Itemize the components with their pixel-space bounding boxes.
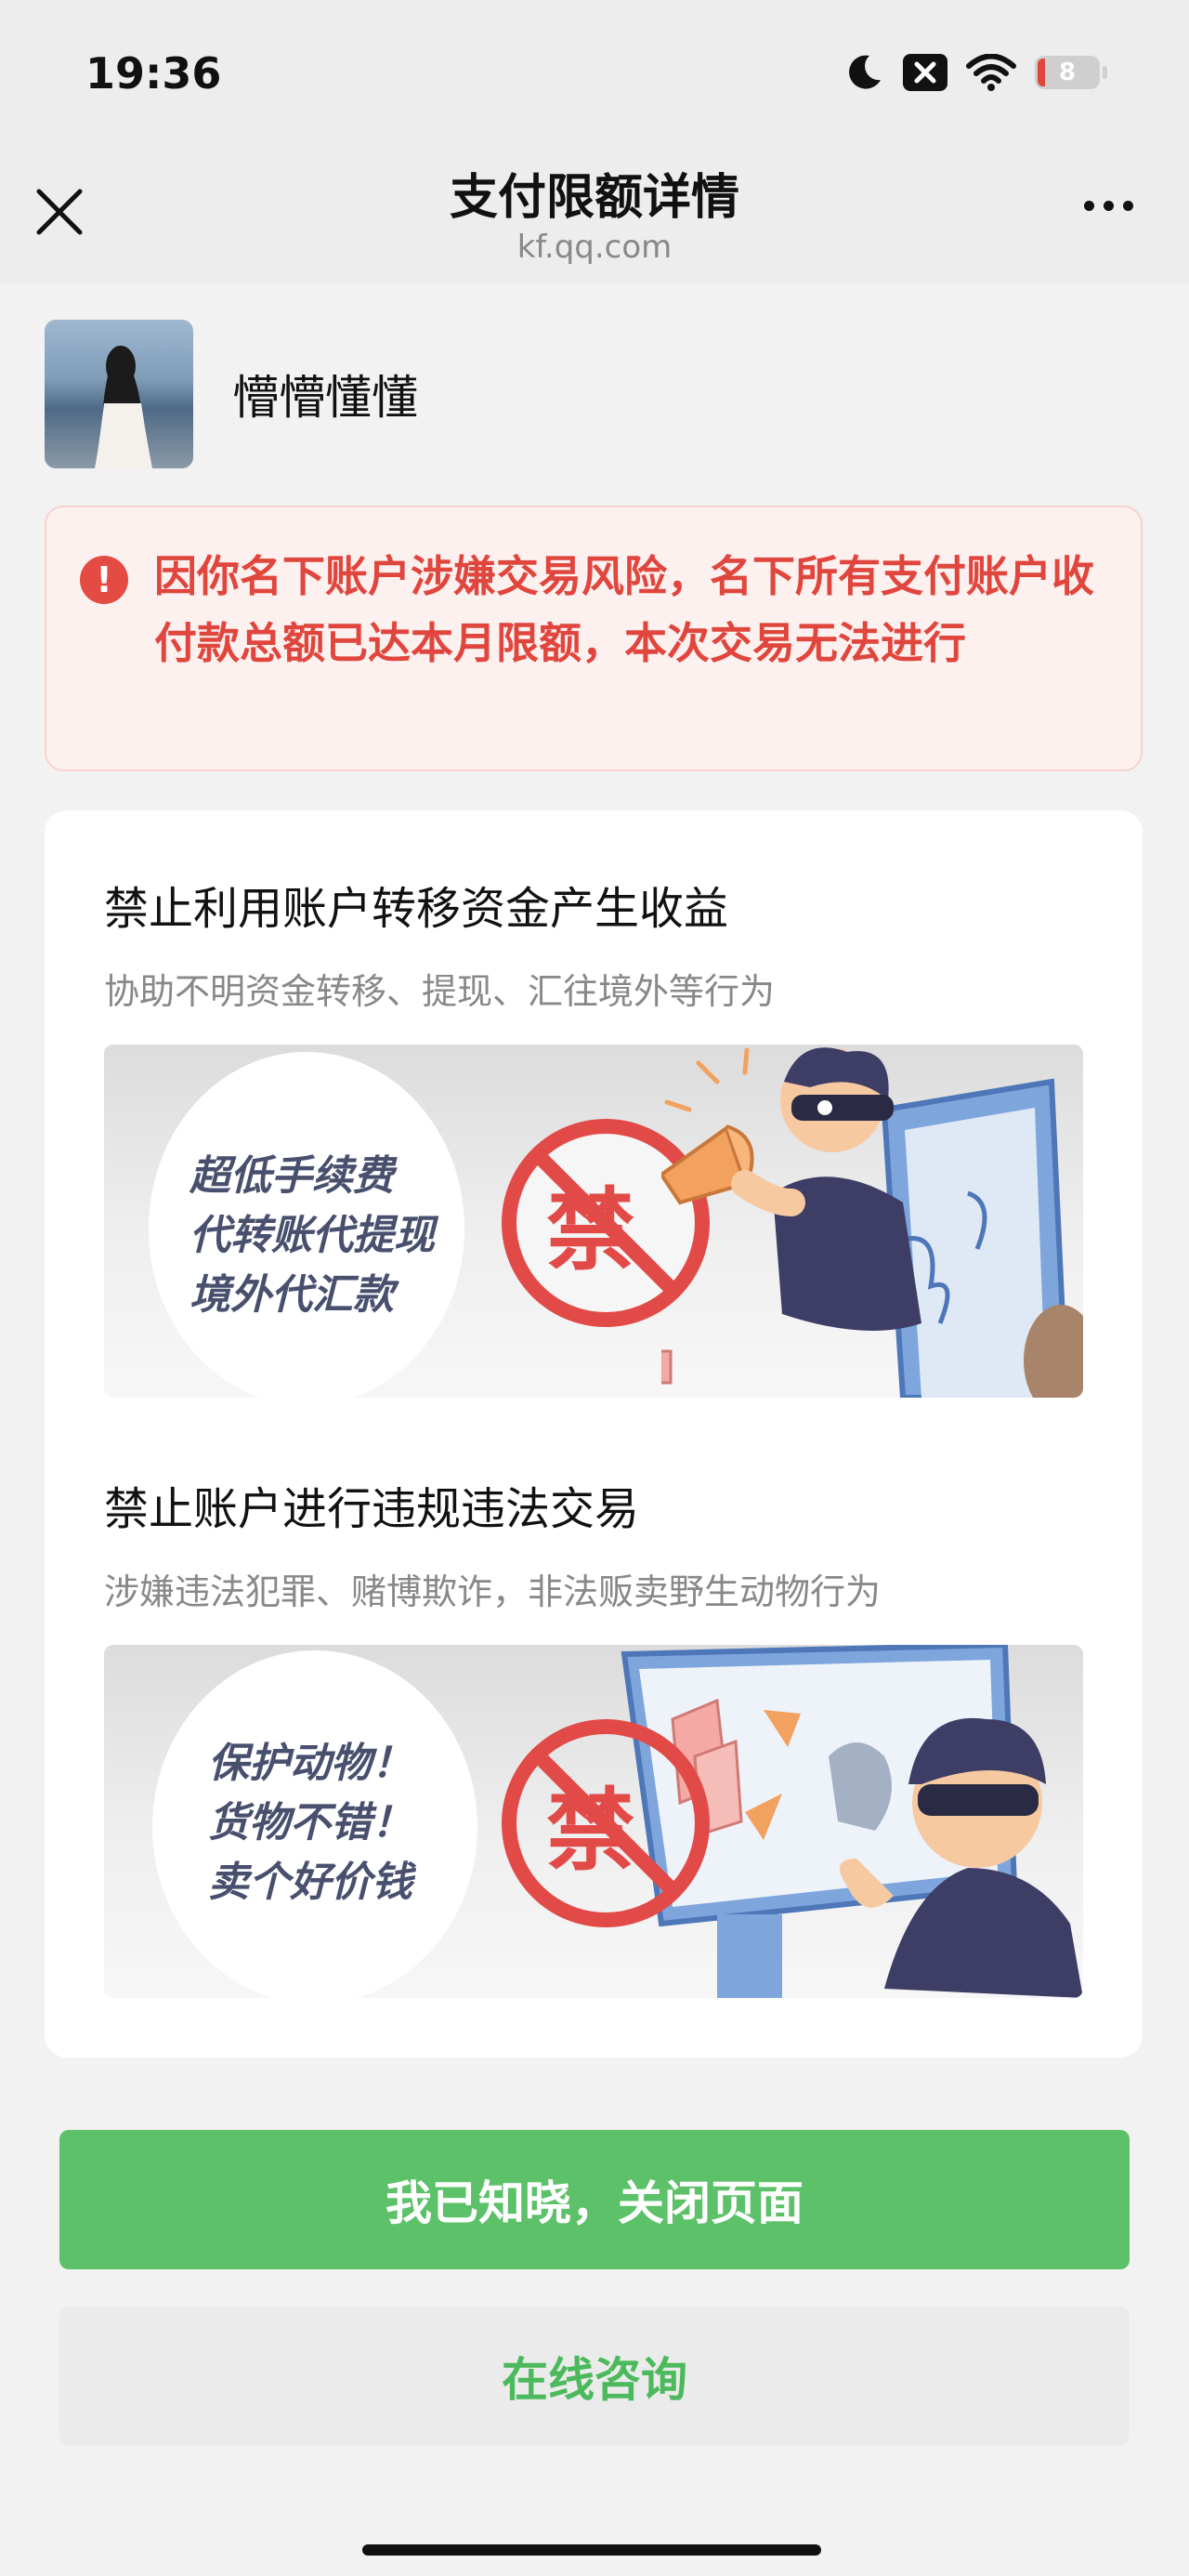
section-description: 协助不明资金转移、提现、汇往境外等行为: [104, 971, 776, 1012]
more-dot: [1084, 201, 1094, 211]
banner-illegal-trade: 保护动物！ 货物不错！ 卖个好价钱 禁: [104, 1645, 1083, 1998]
status-bar: 19:36 8: [0, 0, 1189, 149]
status-icons: 8: [843, 52, 1107, 93]
battery-level: 8: [1058, 59, 1077, 86]
bubble-text: 超低手续费 代转账代提现 境外代汇款: [189, 1147, 435, 1325]
avatar-figure: [95, 346, 152, 468]
profile: 懵懵懂懂: [45, 320, 418, 468]
bubble-line: 卖个好价钱: [208, 1859, 412, 1906]
warning-banner: ! 因你名下账户涉嫌交易风险，名下所有支付账户收付款总额已达本月限额，本次交易无…: [45, 506, 1143, 771]
page-domain: kf.qq.com: [516, 229, 673, 266]
forbid-label: 禁: [546, 1779, 635, 1883]
notification-mute-icon: [903, 54, 947, 91]
bubble-line: 代转账代提现: [189, 1212, 435, 1259]
home-indicator[interactable]: [362, 2544, 821, 2556]
thief-illustration: [661, 1047, 1083, 1398]
section-description: 涉嫌违法犯罪、赌博欺诈，非法贩卖野生动物行为: [104, 1571, 882, 1612]
wifi-icon: [966, 54, 1016, 91]
acknowledge-close-button[interactable]: 我已知晓，关闭页面: [59, 2130, 1130, 2269]
bubble-text: 保护动物！ 货物不错！ 卖个好价钱: [208, 1734, 412, 1912]
more-dot: [1123, 201, 1133, 211]
banner-money-transfer: 超低手续费 代转账代提现 境外代汇款 禁: [104, 1045, 1083, 1398]
status-time: 19:36: [85, 48, 222, 99]
more-dot: [1104, 201, 1114, 211]
bubble-line: 保护动物！: [208, 1740, 412, 1787]
section-title: 禁止账户进行违规违法交易: [104, 1483, 640, 1535]
online-consult-button[interactable]: 在线咨询: [59, 2307, 1130, 2446]
rules-card: 禁止利用账户转移资金产生收益 协助不明资金转移、提现、汇往境外等行为 超低手续费…: [45, 810, 1143, 2057]
moon-icon: [849, 55, 881, 89]
more-icon[interactable]: [1084, 201, 1133, 211]
forbid-label: 禁: [546, 1178, 635, 1282]
avatar: [45, 320, 193, 468]
bubble-line: 货物不错！: [208, 1799, 412, 1847]
warning-text: 因你名下账户涉嫌交易风险，名下所有支付账户收付款总额已达本月限额，本次交易无法进…: [154, 551, 1094, 668]
profile-name: 懵懵懂懂: [232, 371, 418, 425]
battery-icon: 8: [1035, 56, 1107, 89]
bubble-line: 境外代汇款: [189, 1271, 394, 1319]
page-title: 支付限额详情: [449, 170, 739, 226]
exclamation-icon: !: [80, 556, 128, 604]
section-title: 禁止利用账户转移资金产生收益: [104, 883, 729, 935]
nav-header: 支付限额详情 kf.qq.com: [0, 149, 1189, 284]
bubble-line: 超低手续费: [189, 1152, 394, 1200]
